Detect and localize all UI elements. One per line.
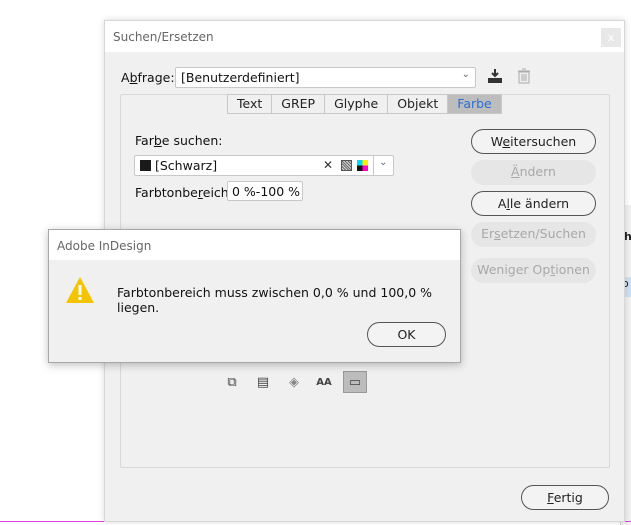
delete-query-icon[interactable] <box>517 68 531 84</box>
query-value: [Benutzerdefiniert] <box>181 70 300 85</box>
color-select[interactable]: [Schwarz] ✕ ⌄ <box>134 155 394 176</box>
fewer-options-button[interactable]: Weniger Optionen <box>471 258 596 283</box>
done-button[interactable]: Fertig <box>521 485 609 510</box>
alert-message: Farbtonbereich muss zwischen 0,0 % und 1… <box>117 285 433 315</box>
query-label: Abfrage: <box>121 70 175 85</box>
ok-button[interactable]: OK <box>367 322 446 347</box>
title-bar[interactable]: Suchen/Ersetzen x <box>105 21 624 52</box>
tint-range-value: 0 %-100 % <box>232 184 301 199</box>
master-pages-icon[interactable]: AA <box>313 372 335 392</box>
tint-range-label: Farbtonbereich: <box>135 185 233 200</box>
save-query-icon[interactable] <box>486 67 504 85</box>
close-button[interactable]: x <box>601 28 621 47</box>
warning-icon <box>65 276 95 307</box>
locked-layers-icon[interactable]: ⧉ <box>221 372 243 392</box>
hidden-layers-icon[interactable]: ◈ <box>283 372 305 392</box>
find-next-button[interactable]: Weitersuchen <box>471 129 596 154</box>
cmyk-icon <box>357 160 368 171</box>
tint-range-input[interactable]: 0 %-100 % <box>227 181 303 201</box>
eyedropper-icon: ✕ <box>323 158 334 172</box>
tab-objekt[interactable]: Objekt <box>388 95 449 113</box>
change-find-button[interactable]: Ersetzen/Suchen <box>471 222 596 247</box>
color-swatch <box>140 160 151 171</box>
tint-icon <box>341 160 352 171</box>
dialog-title: Suchen/Ersetzen <box>113 30 214 44</box>
background-text: h <box>624 230 631 243</box>
tab-glyphe[interactable]: Glyphe <box>325 95 389 113</box>
tab-bar: Text GREP Glyphe Objekt Farbe <box>227 94 502 114</box>
alert-title-bar[interactable]: Adobe InDesign <box>49 230 460 260</box>
find-color-label: Farbe suchen: <box>135 133 223 148</box>
alert-dialog: Adobe InDesign Farbtonbereich muss zwisc… <box>48 229 461 363</box>
change-all-button[interactable]: Alle ändern <box>471 191 596 216</box>
query-select[interactable]: [Benutzerdefiniert] ⌄ <box>175 67 476 88</box>
locked-stories-icon[interactable]: ▤ <box>252 372 274 392</box>
chevron-down-icon: ⌄ <box>379 157 388 168</box>
chevron-down-icon: ⌄ <box>461 69 470 80</box>
change-button[interactable]: Ändern <box>471 160 596 185</box>
alert-title: Adobe InDesign <box>57 239 152 253</box>
tab-farbe[interactable]: Farbe <box>448 95 501 113</box>
tab-text[interactable]: Text <box>228 95 273 113</box>
color-value: [Schwarz] <box>155 158 218 173</box>
tab-grep[interactable]: GREP <box>272 95 326 113</box>
footnotes-icon[interactable]: ▭ <box>343 371 367 393</box>
